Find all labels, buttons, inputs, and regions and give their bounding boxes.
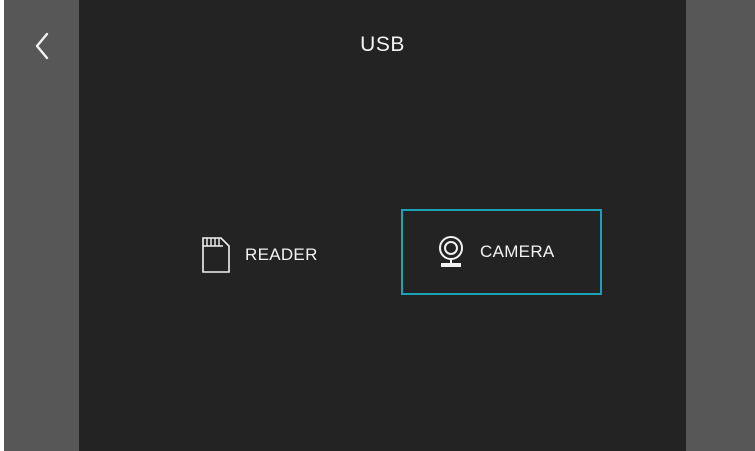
main-panel: USB READER CAMERA (79, 0, 686, 451)
reader-label: READER (245, 245, 318, 264)
reader-option[interactable]: READER (191, 218, 361, 292)
camera-option[interactable]: CAMERA (401, 209, 602, 295)
page-title: USB (360, 33, 405, 56)
left-side-bar (4, 0, 79, 451)
chevron-left-icon (35, 32, 49, 60)
sd-card-icon (202, 237, 230, 273)
camera-label: CAMERA (480, 242, 555, 261)
back-button[interactable] (24, 24, 60, 68)
right-side-bar (686, 0, 755, 451)
device-screen: USB READER CAMERA (4, 0, 755, 451)
webcam-icon (439, 236, 463, 267)
